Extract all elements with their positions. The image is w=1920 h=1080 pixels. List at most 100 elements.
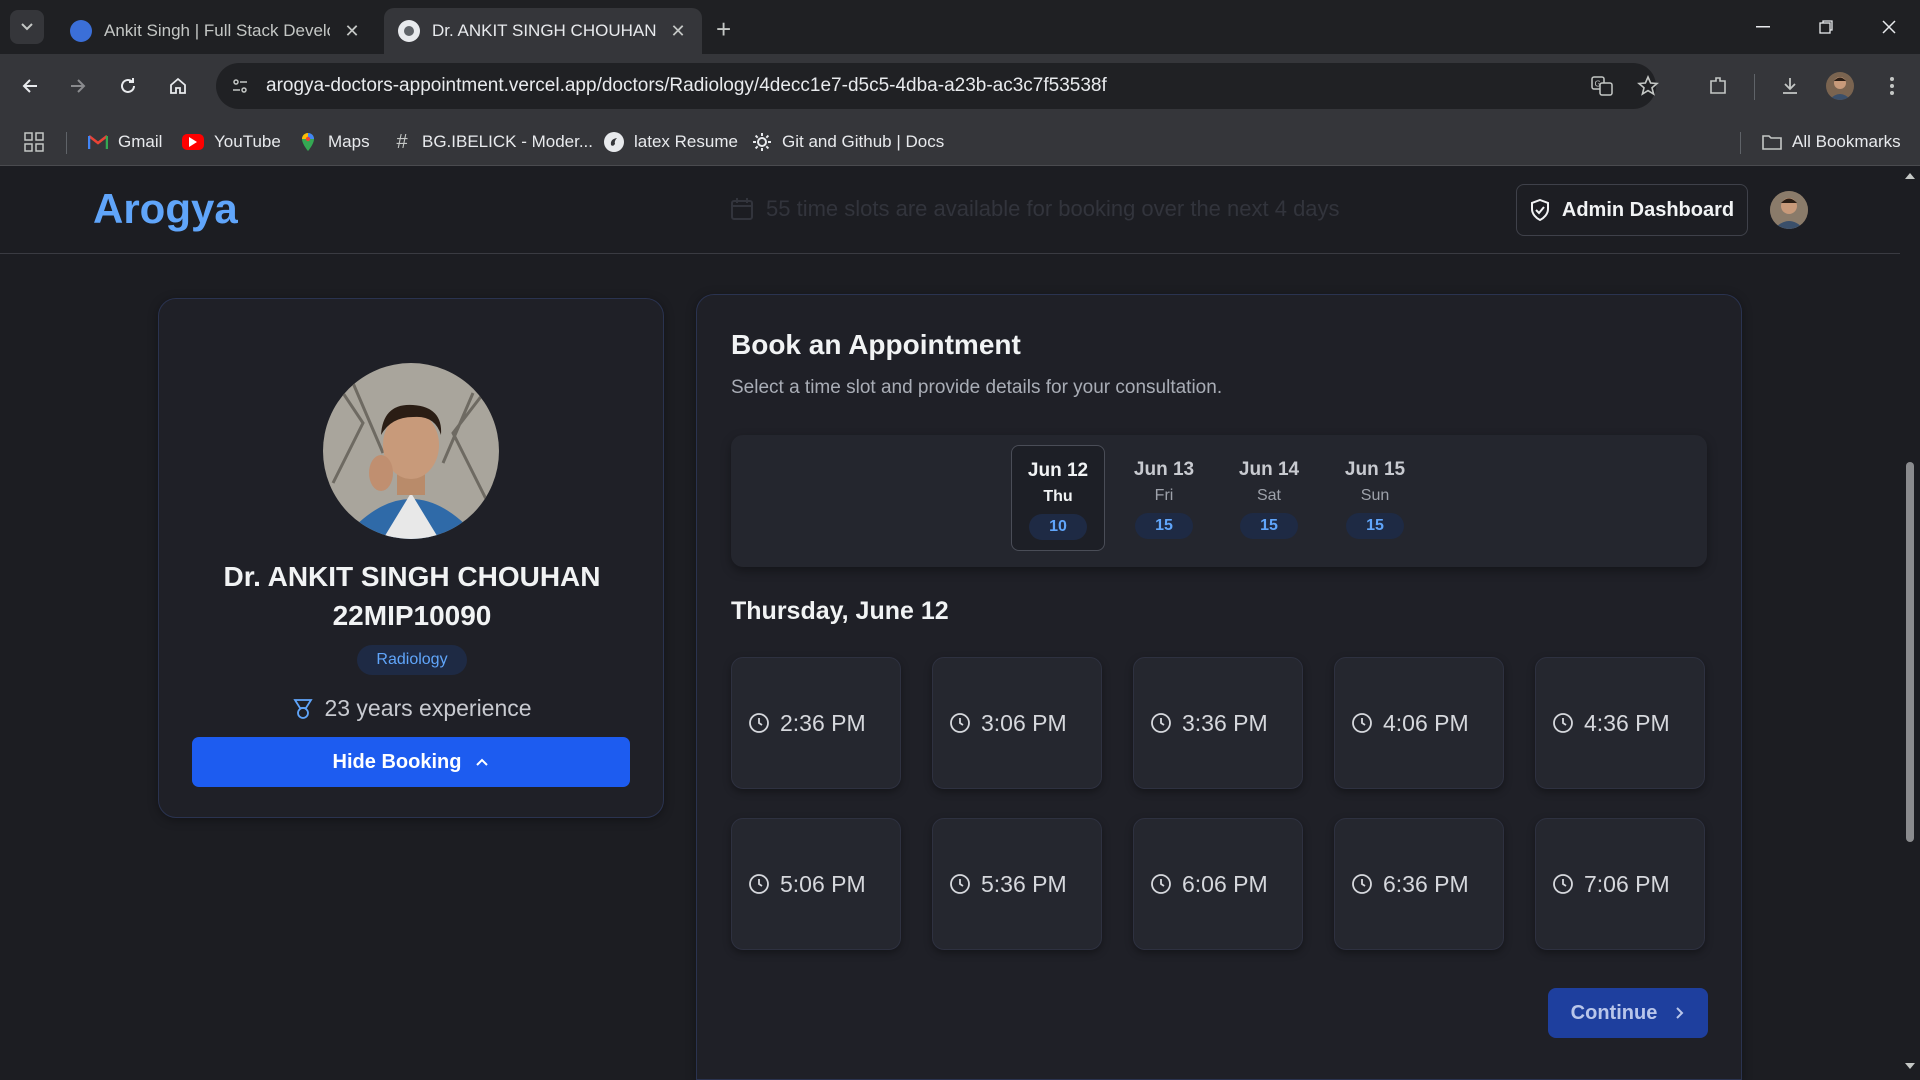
bookmark-bgibelick[interactable]: # BG.IBELICK - Moder...: [392, 130, 593, 154]
close-icon[interactable]: ✕: [668, 21, 688, 42]
arrow-right-icon: [71, 79, 86, 93]
date-option-jun-15[interactable]: Jun 15 Sun 15: [1328, 445, 1422, 551]
hide-booking-button[interactable]: Hide Booking: [192, 737, 630, 787]
clock-icon: [950, 713, 970, 733]
extensions-icon[interactable]: [1704, 72, 1732, 100]
all-bookmarks-label: All Bookmarks: [1792, 132, 1901, 151]
clock-icon: [749, 713, 769, 733]
back-button[interactable]: [12, 68, 48, 104]
admin-dashboard-label: Admin Dashboard: [1561, 198, 1735, 221]
minimize-icon[interactable]: [1731, 0, 1794, 54]
time-slot-label: 6:06 PM: [1182, 870, 1268, 897]
time-slot[interactable]: 2:36 PM: [731, 657, 901, 789]
booking-card: Book an Appointment Select a time slot a…: [696, 294, 1742, 1080]
apps-grid-icon[interactable]: [24, 130, 44, 154]
doctor-name-line1: Dr. ANKIT SINGH CHOUHAN: [223, 561, 601, 592]
tab-portfolio[interactable]: Ankit Singh | Full Stack Develop ✕: [56, 8, 376, 54]
star-icon[interactable]: [1636, 74, 1660, 98]
bookmarks-divider: [66, 132, 67, 154]
brand-logo[interactable]: Arogya: [93, 185, 238, 233]
download-icon[interactable]: [1776, 72, 1804, 100]
experience-info: 23 years experience: [159, 695, 665, 722]
home-button[interactable]: [160, 68, 196, 104]
browser-tab-bar: Ankit Singh | Full Stack Develop ✕ Dr. A…: [0, 0, 1920, 54]
tab-doctor[interactable]: Dr. ANKIT SINGH CHOUHAN 22 ✕: [384, 8, 702, 54]
clock-icon: [1352, 713, 1372, 733]
scroll-down-icon[interactable]: [1904, 1062, 1916, 1074]
chevron-up-icon: [476, 758, 489, 766]
continue-label: Continue: [1570, 1001, 1658, 1024]
bookmark-youtube[interactable]: YouTube: [182, 130, 281, 154]
date-option-jun-14[interactable]: Jun 14 Sat 15: [1222, 445, 1316, 551]
doctor-name: Dr. ANKIT SINGH CHOUHAN 22MIP10090: [159, 557, 665, 635]
admin-dashboard-button[interactable]: Admin Dashboard: [1516, 184, 1748, 236]
day-label: Fri: [1154, 487, 1174, 504]
scroll-thumb[interactable]: [1906, 462, 1914, 842]
slot-count-badge: 15: [1135, 513, 1193, 539]
toolbar-divider: [1754, 74, 1755, 100]
day-label: Sun: [1360, 487, 1390, 504]
time-slot[interactable]: 5:06 PM: [731, 818, 901, 950]
time-slot-label: 3:06 PM: [981, 709, 1067, 736]
clock-icon: [1553, 874, 1573, 894]
tab-title: Dr. ANKIT SINGH CHOUHAN 22: [432, 21, 656, 40]
clock-icon: [1151, 713, 1171, 733]
bookmarks-divider: [1740, 132, 1741, 154]
specialty-badge: Radiology: [357, 645, 467, 675]
chevron-down-icon: [21, 23, 33, 31]
date-option-jun-12[interactable]: Jun 12 Thu 10: [1011, 445, 1105, 551]
bookmark-label: Git and Github | Docs: [782, 132, 945, 151]
bookmark-label: Maps: [328, 132, 370, 151]
date-option-jun-13[interactable]: Jun 13 Fri 15: [1117, 445, 1211, 551]
menu-dots-icon[interactable]: [1878, 72, 1906, 100]
continue-button[interactable]: Continue: [1548, 988, 1708, 1038]
hash-icon: #: [396, 130, 408, 153]
svg-text:G: G: [1595, 80, 1601, 89]
forward-button[interactable]: [60, 68, 96, 104]
time-slot[interactable]: 3:36 PM: [1133, 657, 1303, 789]
time-slot[interactable]: 3:06 PM: [932, 657, 1102, 789]
hide-booking-label: Hide Booking: [332, 750, 462, 773]
profile-avatar[interactable]: [1826, 72, 1854, 100]
close-icon[interactable]: ✕: [342, 21, 362, 42]
scroll-up-icon[interactable]: [1904, 172, 1916, 184]
time-slot[interactable]: 5:36 PM: [932, 818, 1102, 950]
user-avatar[interactable]: [1770, 191, 1808, 229]
time-slot[interactable]: 4:36 PM: [1535, 657, 1705, 789]
bookmark-maps[interactable]: Maps: [298, 130, 370, 154]
slot-count-badge: 15: [1240, 513, 1298, 539]
bookmark-gmail[interactable]: Gmail: [88, 130, 162, 154]
translate-icon[interactable]: G: [1590, 74, 1614, 98]
time-slot[interactable]: 6:06 PM: [1133, 818, 1303, 950]
gmail-icon: [88, 132, 108, 152]
arrow-left-icon: [22, 79, 37, 93]
address-bar[interactable]: arogya-doctors-appointment.vercel.app/do…: [216, 63, 1659, 109]
time-slot-label: 3:36 PM: [1182, 709, 1268, 736]
time-slot-label: 6:36 PM: [1383, 870, 1469, 897]
experience-text: 23 years experience: [324, 695, 532, 721]
url-text[interactable]: arogya-doctors-appointment.vercel.app/do…: [266, 75, 1107, 97]
date-label: Jun 12: [1027, 460, 1089, 481]
date-label: Jun 15: [1344, 459, 1406, 480]
gear-icon: [752, 132, 772, 152]
time-slot[interactable]: 7:06 PM: [1535, 818, 1705, 950]
bookmark-git-github[interactable]: Git and Github | Docs: [752, 130, 944, 154]
bookmark-latex-resume[interactable]: latex Resume: [604, 130, 738, 154]
date-label: Jun 14: [1238, 459, 1300, 480]
reload-icon: [121, 78, 135, 93]
restore-icon[interactable]: [1794, 0, 1857, 54]
new-tab-button[interactable]: +: [716, 14, 731, 45]
tab-search-button[interactable]: [10, 10, 44, 44]
window-close-icon[interactable]: [1857, 0, 1920, 54]
time-slot-label: 5:36 PM: [981, 870, 1067, 897]
all-bookmarks-button[interactable]: All Bookmarks: [1762, 130, 1901, 154]
bookmark-label: YouTube: [214, 132, 281, 151]
time-slot-label: 4:36 PM: [1584, 709, 1670, 736]
site-settings-icon[interactable]: [228, 74, 252, 98]
clock-icon: [1352, 874, 1372, 894]
time-slot[interactable]: 6:36 PM: [1334, 818, 1504, 950]
page-scrollbar[interactable]: [1900, 166, 1920, 1080]
time-slot[interactable]: 4:06 PM: [1334, 657, 1504, 789]
reload-button[interactable]: [110, 68, 146, 104]
doctor-profile-card: Dr. ANKIT SINGH CHOUHAN 22MIP10090 Radio…: [158, 298, 664, 818]
